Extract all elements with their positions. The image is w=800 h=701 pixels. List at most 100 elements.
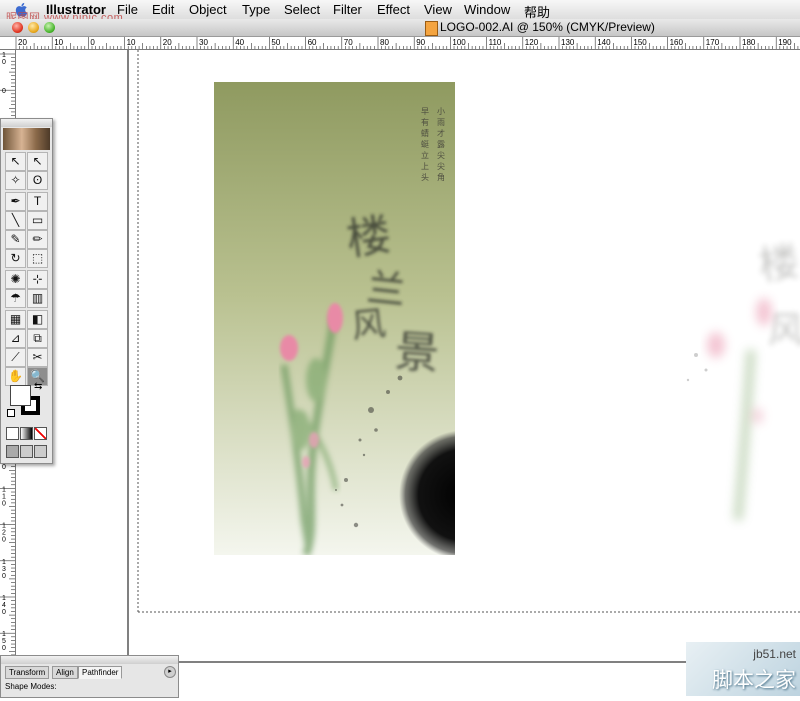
ruler-label: 110: [489, 38, 502, 47]
ruler-label: 140: [597, 38, 611, 47]
toolbox-titlebar[interactable]: [1, 119, 52, 127]
poem-column-1: 小雨才露尖尖角: [437, 107, 445, 182]
close-window-button[interactable]: [12, 22, 23, 33]
line-tool-icon[interactable]: ╲: [5, 211, 26, 230]
menu-object[interactable]: Object: [189, 2, 227, 17]
tab-align[interactable]: Align: [52, 666, 78, 679]
artboard-svg: 楼 兰 风 景 小雨才露尖尖角 早有蜻蜓立上头 楼 风: [16, 50, 800, 663]
ruler-label: 20: [18, 38, 27, 47]
document-canvas[interactable]: 楼 兰 风 景 小雨才露尖尖角 早有蜻蜓立上头 楼 风: [16, 50, 800, 696]
ruler-label: 80: [380, 38, 389, 47]
site-watermark-url: jb51.net: [753, 647, 796, 661]
graph-tool-icon[interactable]: ▥: [27, 289, 48, 308]
menu-edit[interactable]: Edit: [152, 2, 174, 17]
ruler-label: 20: [163, 38, 172, 47]
tab-transform[interactable]: Transform: [5, 666, 50, 679]
scissors-tool-icon[interactable]: ✂: [27, 348, 48, 367]
ruler-label: 70: [344, 38, 353, 47]
gradient-mode-icon[interactable]: [20, 427, 33, 440]
tab-pathfinder[interactable]: Pathfinder: [78, 666, 123, 679]
eyedropper-tool-icon[interactable]: ⊿: [5, 329, 26, 348]
lasso-tool-icon[interactable]: ʘ: [27, 171, 48, 190]
document-title-bar: LOGO-002.AI @ 150% (CMYK/Preview): [0, 19, 800, 37]
none-mode-icon[interactable]: [34, 427, 47, 440]
gradient-tool-icon[interactable]: ◧: [27, 310, 48, 329]
ruler-label: 150: [633, 38, 647, 47]
pathfinder-panel[interactable]: Transform Align Pathfinder ▸ Shape Modes…: [0, 655, 179, 698]
document-title: LOGO-002.AI @ 150% (CMYK/Preview): [440, 20, 655, 34]
ruler-label: 60: [308, 38, 317, 47]
panel-titlebar[interactable]: [1, 656, 178, 664]
standard-screen-mode-icon[interactable]: [6, 445, 19, 458]
menu-window[interactable]: Window: [464, 2, 510, 17]
pencil-tool-icon[interactable]: ✏: [27, 230, 48, 249]
rectangle-tool-icon[interactable]: ▭: [27, 211, 48, 230]
direct-selection-tool-icon[interactable]: ↖: [27, 152, 48, 171]
ruler-label: 90: [416, 38, 425, 47]
ink-blot-circle: [399, 430, 455, 555]
full-screen-menu-mode-icon[interactable]: [20, 445, 33, 458]
ruler-label: 130: [561, 38, 575, 47]
menu-filter[interactable]: Filter: [333, 2, 362, 17]
scale-tool-icon[interactable]: ⬚: [27, 249, 48, 268]
document-icon: [425, 21, 438, 36]
warp-tool-icon[interactable]: ✺: [5, 270, 26, 289]
poem-column-2: 早有蜻蜓立上头: [421, 107, 429, 182]
svg-text:景: 景: [393, 326, 440, 380]
menu-effect[interactable]: Effect: [377, 2, 410, 17]
ruler-label: 110: [2, 486, 6, 507]
hand-tool-icon[interactable]: ✋: [5, 367, 26, 386]
menu-select[interactable]: Select: [284, 2, 320, 17]
svg-text:楼: 楼: [343, 209, 394, 266]
free-transform-tool-icon[interactable]: ⊹: [27, 270, 48, 289]
full-screen-mode-icon[interactable]: [34, 445, 47, 458]
horizontal-ruler[interactable]: 20 10 0 10 20 30 40 50 60 70 80 90 100 110 120 130 140 15…: [0, 37, 800, 50]
fill-swatch[interactable]: [10, 385, 31, 406]
ruler-label: 10: [2, 52, 6, 66]
menu-view[interactable]: View: [424, 2, 452, 17]
selection-tool-icon[interactable]: ↖: [5, 152, 26, 171]
ruler-label: 10: [54, 38, 63, 47]
artwork-panel[interactable]: 楼 兰 风 景: [214, 82, 529, 560]
site-watermark: jb51.net 脚本之家: [686, 642, 800, 696]
type-tool-icon[interactable]: T: [27, 192, 48, 211]
blend-tool-icon[interactable]: ⧉: [27, 329, 48, 348]
ruler-label: 100: [452, 38, 466, 47]
swap-fill-stroke-icon[interactable]: ⇆: [34, 381, 42, 392]
ruler-label: 130: [2, 559, 6, 580]
ruler-label: 120: [525, 38, 539, 47]
menu-file[interactable]: File: [117, 2, 138, 17]
paintbrush-tool-icon[interactable]: ✎: [5, 230, 26, 249]
zoom-window-button[interactable]: [44, 22, 55, 33]
svg-text:楼: 楼: [756, 239, 800, 290]
svg-text:风: 风: [768, 310, 800, 351]
rotate-tool-icon[interactable]: ↻: [5, 249, 26, 268]
pen-tool-icon[interactable]: ✒: [5, 192, 26, 211]
symbol-sprayer-tool-icon[interactable]: ☂: [5, 289, 26, 308]
mesh-tool-icon[interactable]: ▦: [5, 310, 26, 329]
menu-bar: 昵图网 www.nipic.com Illustrator File Edit …: [0, 0, 800, 24]
default-colors-icon[interactable]: [7, 409, 15, 417]
artwork-copy-right[interactable]: 楼 风: [686, 239, 800, 521]
ruler-label: 10: [127, 38, 136, 47]
venus-logo-icon[interactable]: [3, 128, 50, 150]
app-menu-illustrator[interactable]: Illustrator: [46, 2, 106, 17]
ruler-label: 50: [271, 38, 280, 47]
color-mode-icon[interactable]: [6, 427, 19, 440]
ruler-label: 30: [199, 38, 208, 47]
ruler-label: 0: [90, 38, 95, 47]
ruler-label: 190: [778, 38, 792, 47]
minimize-window-button[interactable]: [28, 22, 39, 33]
toolbox-panel[interactable]: ↖ ↖ ✧ ʘ ✒ T ╲ ▭ ✎ ✏ ↻ ⬚ ✺ ⊹ ☂ ▥ ▦ ◧ ⊿ ⧉ ⟋ ✂ ✋ 🔍 ⇆: [0, 118, 53, 464]
svg-text:风: 风: [350, 304, 388, 347]
ruler-label: 180: [742, 38, 756, 47]
magic-wand-tool-icon[interactable]: ✧: [5, 171, 26, 190]
ruler-label: 140: [2, 595, 6, 616]
ruler-label: 40: [235, 38, 244, 47]
panel-menu-icon[interactable]: ▸: [164, 666, 176, 678]
ruler-label: 150: [2, 631, 6, 652]
ruler-label: 160: [670, 38, 684, 47]
menu-type[interactable]: Type: [242, 2, 270, 17]
slice-tool-icon[interactable]: ⟋: [5, 348, 26, 367]
shape-modes-label: Shape Modes:: [5, 682, 57, 691]
